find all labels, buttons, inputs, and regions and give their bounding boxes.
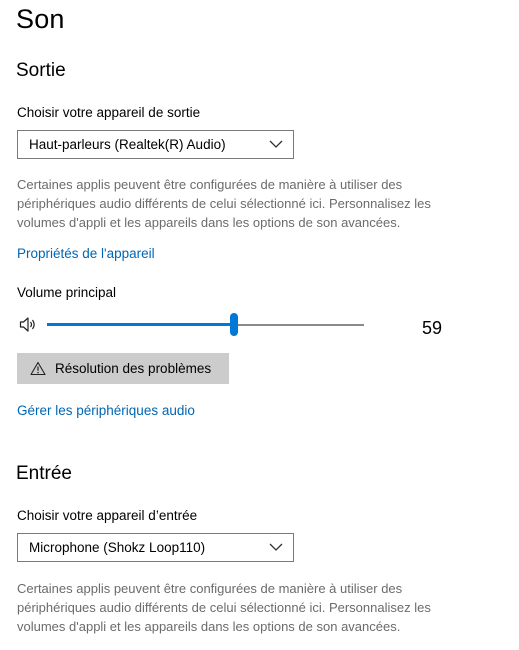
volume-slider-fill	[47, 323, 235, 326]
chevron-down-icon	[269, 140, 283, 148]
input-section-title: Entrée	[16, 463, 72, 484]
volume-slider-thumb[interactable]	[230, 313, 239, 336]
input-description: Certaines applis peuvent être configurée…	[17, 581, 431, 634]
chevron-down-icon	[269, 543, 283, 551]
volume-label: Volume principal	[17, 285, 117, 300]
output-description: Certaines applis peuvent être configurée…	[17, 177, 431, 230]
page-title: Son	[16, 4, 65, 34]
input-device-select[interactable]: Microphone (Shokz Loop110)	[17, 533, 294, 562]
output-device-select[interactable]: Haut-parleurs (Realtek(R) Audio)	[17, 130, 294, 159]
warning-icon	[30, 361, 46, 376]
output-device-value: Haut-parleurs (Realtek(R) Audio)	[29, 137, 226, 152]
output-device-label: Choisir votre appareil de sortie	[17, 105, 201, 120]
volume-value: 59	[422, 318, 443, 338]
speaker-icon[interactable]	[19, 316, 38, 333]
input-device-value: Microphone (Shokz Loop110)	[29, 540, 206, 555]
input-device-label: Choisir votre appareil d’entrée	[17, 508, 198, 523]
device-properties-link[interactable]: Propriétés de l'appareil	[17, 246, 155, 261]
troubleshoot-label: Résolution des problèmes	[55, 361, 212, 376]
manage-audio-devices-link[interactable]: Gérer les périphériques audio	[17, 403, 195, 418]
output-section-title: Sortie	[16, 60, 66, 81]
troubleshoot-button[interactable]: Résolution des problèmes	[17, 353, 229, 384]
